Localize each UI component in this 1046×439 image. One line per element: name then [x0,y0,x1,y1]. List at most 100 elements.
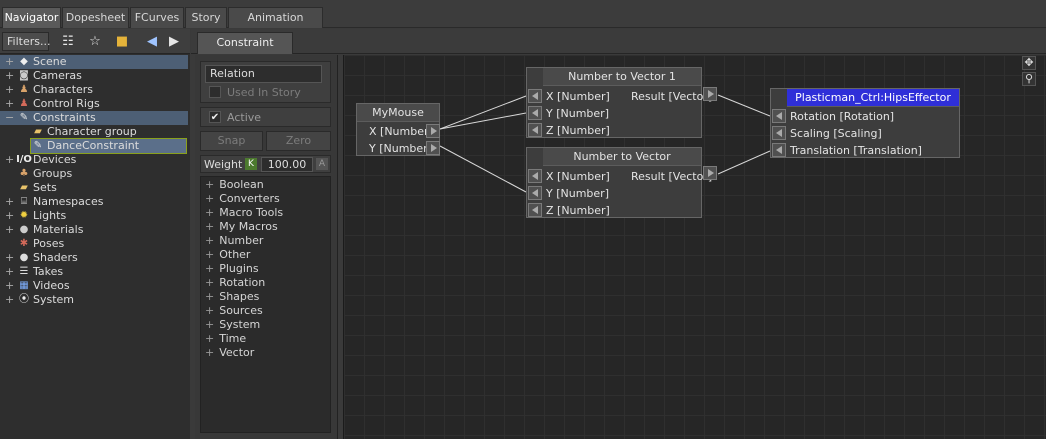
move-icon[interactable]: ✥ [1022,56,1036,70]
tree-item-takes[interactable]: + ☰ Takes [0,265,188,279]
output-pin-icon[interactable] [703,166,717,180]
output-pin-icon[interactable] [426,124,440,138]
expand-icon[interactable]: + [5,69,14,83]
expand-icon[interactable]: + [205,206,214,219]
tab-navigator[interactable]: Navigator [2,7,61,28]
operator-category[interactable]: + Boolean [205,178,264,192]
operator-category[interactable]: + Time [205,332,246,346]
operator-category[interactable]: + My Macros [205,220,278,234]
port-x-number[interactable]: X [Number] [357,123,440,140]
input-pin-icon[interactable] [528,186,542,200]
expand-icon[interactable]: + [205,178,214,191]
forward-arrow-icon[interactable]: ▶ [164,32,184,51]
tree-item-materials[interactable]: + ● Materials [0,223,188,237]
node-number-to-vector-1[interactable]: Number to Vector 1 X [Number] Result [Ve… [526,67,712,139]
expand-icon[interactable]: + [205,276,214,289]
expand-icon[interactable]: + [205,304,214,317]
port-translation[interactable]: Translation [Translation] [771,142,959,159]
weight-value-field[interactable]: 100.00 [261,157,313,172]
back-arrow-icon[interactable]: ◀ [142,32,162,51]
expand-icon[interactable]: + [205,262,214,275]
input-pin-icon[interactable] [528,169,542,183]
tree-item-character-group[interactable]: ▰ Character group [0,125,188,139]
port-z-number[interactable]: Z [Number] [527,202,701,219]
input-pin-icon[interactable] [772,126,786,140]
lock-icon[interactable]: ■ [112,32,132,51]
operator-category[interactable]: + Plugins [205,262,259,276]
operator-category[interactable]: + Number [205,234,263,248]
expand-icon[interactable]: + [5,153,14,167]
port-result-vector[interactable]: Result [Vector] [631,88,712,105]
key-button[interactable]: K [245,158,257,170]
expand-icon[interactable]: + [5,83,14,97]
wire-ntv1-to-rotation[interactable] [717,94,771,117]
expand-icon[interactable]: + [205,234,214,247]
tree-item-videos[interactable]: + ▦ Videos [0,279,188,293]
tree-item-groups[interactable]: ♣ Groups [0,167,188,181]
input-pin-icon[interactable] [528,89,542,103]
output-pin-icon[interactable] [703,87,717,101]
operator-category[interactable]: + Rotation [205,276,265,290]
expand-icon[interactable]: + [5,55,14,69]
port-z-number[interactable]: Z [Number] [527,122,701,139]
port-y-number[interactable]: Y [Number] [527,185,701,202]
port-rotation[interactable]: Rotation [Rotation] [771,108,959,125]
expand-icon[interactable]: + [5,195,14,209]
snap-button[interactable]: Snap [200,131,263,151]
zoom-icon[interactable]: ⚲ [1022,72,1036,86]
wire-x-to-ntv1-x[interactable] [439,95,527,130]
tree-item-system[interactable]: + ⦿ System [0,293,188,307]
expand-icon[interactable]: + [5,251,14,265]
expand-icon[interactable]: + [205,248,214,261]
tree-item-cameras[interactable]: + ◙ Cameras [0,69,188,83]
tree-item-lights[interactable]: + ✹ Lights [0,209,188,223]
input-pin-icon[interactable] [528,203,542,217]
input-pin-icon[interactable] [772,109,786,123]
input-pin-icon[interactable] [528,123,542,137]
node-mymouse[interactable]: MyMouse X [Number] Y [Number] [356,103,440,156]
tab-dopesheet[interactable]: Dopesheet [62,7,129,28]
operator-category[interactable]: + Shapes [205,290,259,304]
tab-constraint-settings[interactable]: Constraint Settings [197,32,293,69]
output-pin-icon[interactable] [426,141,440,155]
tree-item-shaders[interactable]: + ● Shaders [0,251,188,265]
used-in-story-checkbox[interactable] [209,86,221,98]
zero-button[interactable]: Zero [266,131,331,151]
operator-category[interactable]: + Other [205,248,250,262]
operator-category[interactable]: + Sources [205,304,263,318]
port-result-vector[interactable]: Result [Vector] [631,168,712,185]
tree-item-namespaces[interactable]: + ⌸ Namespaces [0,195,188,209]
tab-fcurves[interactable]: FCurves [130,7,184,28]
operator-category[interactable]: + Macro Tools [205,206,283,220]
operator-category[interactable]: + Converters [205,192,280,206]
expand-icon[interactable]: + [205,346,214,359]
wire-y-to-ntv-y[interactable] [439,145,527,193]
expand-icon[interactable]: + [5,223,14,237]
tree-item-poses[interactable]: ✱ Poses [0,237,188,251]
tree-item-constraints[interactable]: − ✎ Constraints [0,111,188,125]
expand-icon[interactable]: + [5,293,14,307]
active-checkbox[interactable]: ✔ [209,111,221,123]
port-y-number[interactable]: Y [Number] [527,105,701,122]
input-pin-icon[interactable] [528,106,542,120]
expand-icon[interactable]: + [205,290,214,303]
port-x-number[interactable]: X [Number] Result [Vector] [527,88,712,105]
port-x-number[interactable]: X [Number] Result [Vector] [527,168,712,185]
operator-category[interactable]: + Vector [205,346,254,360]
expand-icon[interactable]: + [5,97,14,111]
tree-item-devices[interactable]: + I/O Devices [0,153,188,167]
node-plasticman-hips-effector[interactable]: Plasticman_Ctrl:HipsEffector Rotation [R… [770,88,960,158]
wire-ntv-to-translation[interactable] [717,150,771,175]
tree-item-characters[interactable]: + ♟ Characters [0,83,188,97]
constraint-type-field[interactable]: Relation [205,65,322,83]
tab-story[interactable]: Story [185,7,227,28]
collapse-icon[interactable]: − [5,111,14,125]
expand-icon[interactable]: + [5,279,14,293]
list-view-icon[interactable]: ☷ [58,32,78,51]
node-number-to-vector[interactable]: Number to Vector X [Number] Result [Vect… [526,147,712,219]
filters-button[interactable]: Filters... [2,32,50,51]
expand-icon[interactable]: + [205,332,214,345]
input-pin-icon[interactable] [772,143,786,157]
expand-icon[interactable]: + [205,192,214,205]
animate-button[interactable]: A [316,158,328,170]
